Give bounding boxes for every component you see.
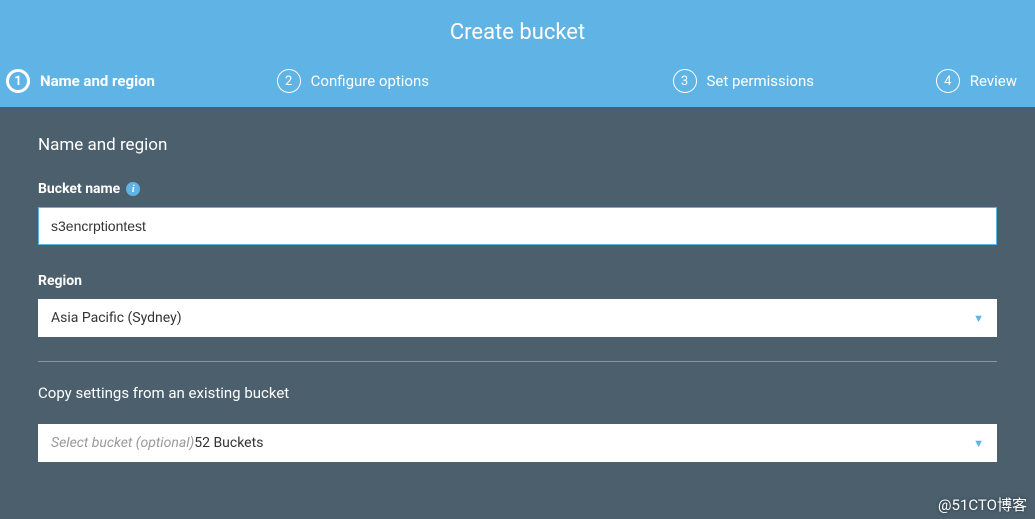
copy-bucket-value: Select bucket (optional)52 Buckets [51,435,263,451]
bucket-name-label: Bucket name i [38,181,997,197]
step-number: 3 [673,69,697,93]
step-label: Name and region [40,72,155,90]
region-label: Region [38,273,997,289]
region-select[interactable]: Asia Pacific (Sydney) ▼ [38,299,997,337]
wizard-content: Name and region Bucket name i Region Asi… [0,107,1035,482]
copy-settings-heading: Copy settings from an existing bucket [38,384,997,402]
wizard-steps: 1 Name and region 2 Configure options 3 … [0,69,1035,107]
wizard-header: Create bucket 1 Name and region 2 Config… [0,0,1035,107]
dialog-title: Create bucket [0,20,1035,69]
region-value: Asia Pacific (Sydney) [51,310,182,326]
step-review[interactable]: 4 Review [936,69,1017,93]
step-label: Configure options [311,72,429,90]
section-heading: Name and region [38,135,997,155]
step-name-and-region[interactable]: 1 Name and region [6,69,155,93]
step-label: Set permissions [707,72,814,90]
chevron-down-icon: ▼ [973,312,984,325]
step-set-permissions[interactable]: 3 Set permissions [673,69,814,93]
copy-bucket-select[interactable]: Select bucket (optional)52 Buckets ▼ [38,424,997,462]
bucket-name-label-text: Bucket name [38,181,120,197]
bucket-name-input[interactable] [38,207,997,245]
chevron-down-icon: ▼ [973,437,984,450]
step-number: 2 [277,69,301,93]
step-number: 4 [936,69,960,93]
step-label: Review [970,72,1017,90]
divider [38,361,997,362]
copy-bucket-count: 52 Buckets [194,435,263,451]
info-icon[interactable]: i [126,182,140,196]
step-number: 1 [6,69,30,93]
copy-bucket-placeholder: Select bucket (optional) [51,435,194,451]
watermark: @51CTO博客 [938,494,1027,515]
step-configure-options[interactable]: 2 Configure options [277,69,429,93]
